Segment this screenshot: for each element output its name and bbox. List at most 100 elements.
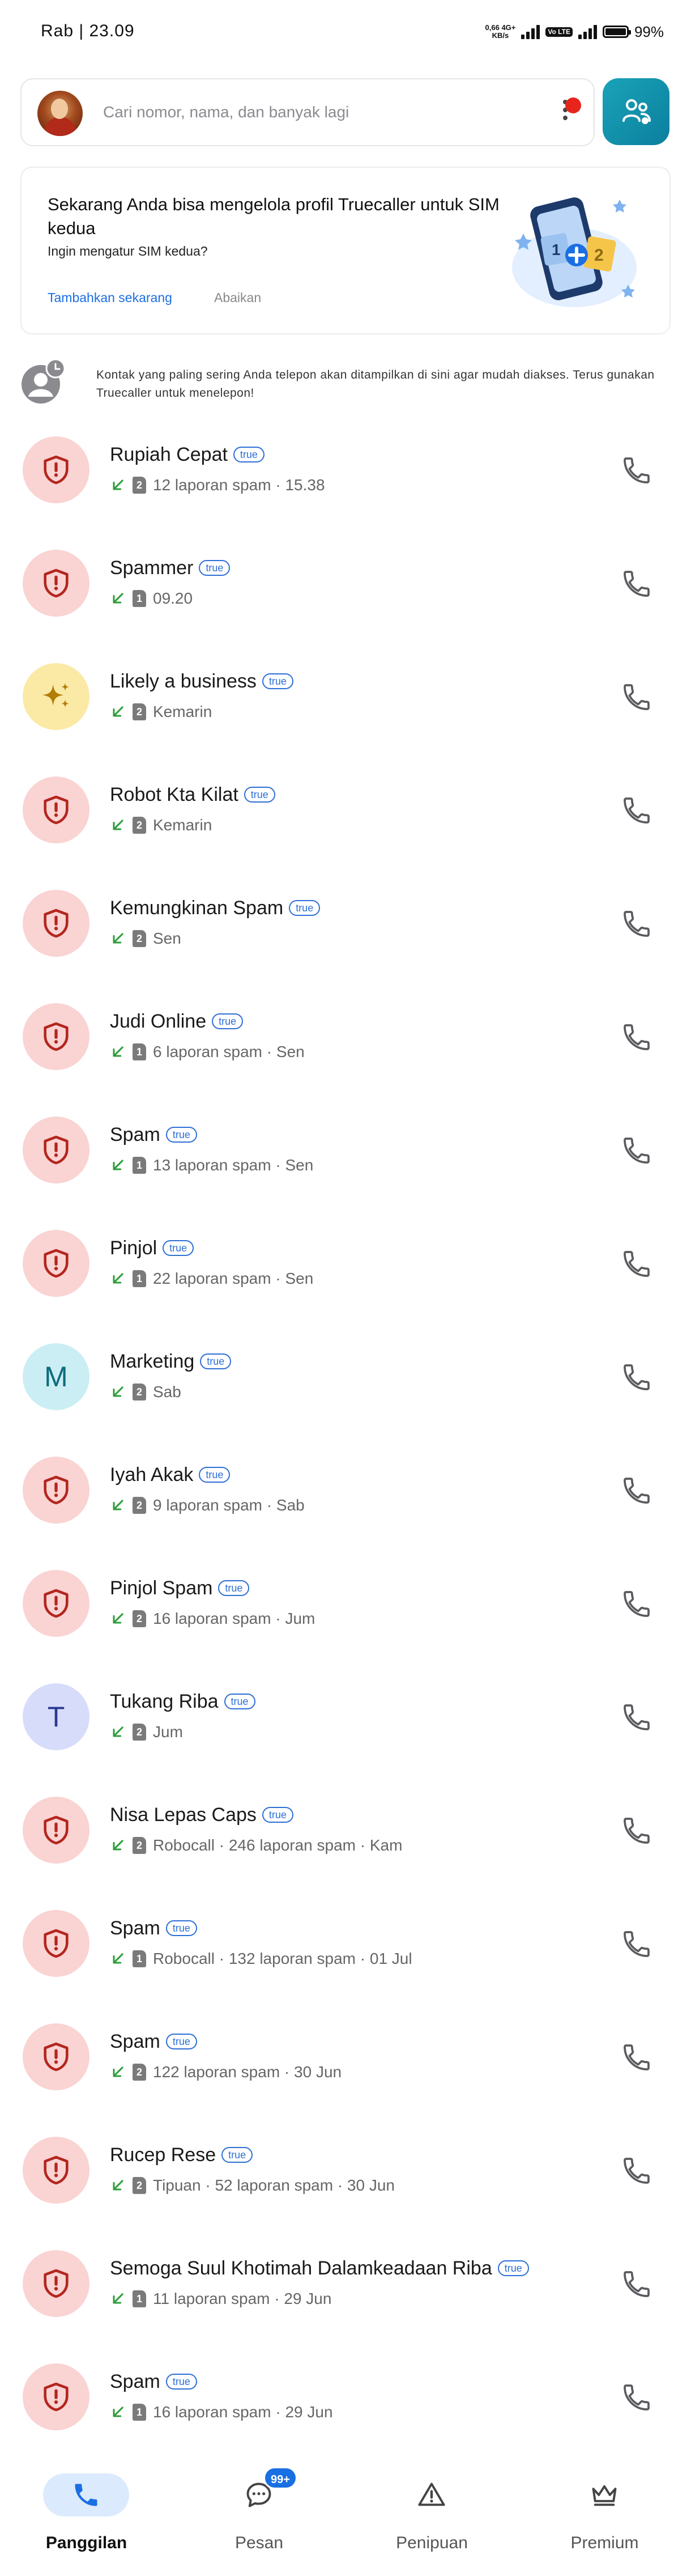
caller-avatar[interactable]: M <box>23 1343 89 1410</box>
call-button[interactable] <box>619 2266 655 2302</box>
caller-badge: true <box>199 560 231 576</box>
avatar-letter: T <box>47 1701 65 1733</box>
more-options-icon[interactable] <box>554 96 581 130</box>
call-log-item[interactable]: Likely a business true 2 Kemarin <box>0 651 691 764</box>
shield-alert-icon <box>44 1929 69 1958</box>
caller-avatar[interactable] <box>23 1003 89 1070</box>
call-button[interactable] <box>619 1586 655 1622</box>
ignore-button[interactable]: Abaikan <box>214 290 261 305</box>
contacts-button[interactable] <box>603 78 669 145</box>
call-log-item[interactable]: Spam true 1 13 laporan spam · Sen <box>0 1104 691 1217</box>
caller-avatar[interactable] <box>23 1910 89 1977</box>
contact-clock-icon <box>22 359 66 404</box>
shield-alert-icon <box>44 2155 69 2185</box>
call-log-item[interactable]: Spammer true 1 09.20 <box>0 537 691 651</box>
call-log-item[interactable]: M Marketing true 2 Sab <box>0 1331 691 1444</box>
call-button[interactable] <box>619 1132 655 1169</box>
caller-avatar[interactable] <box>23 550 89 617</box>
call-log-item[interactable]: Rucep Rese true 2 Tipuan · 52 laporan spam … <box>0 2124 691 2238</box>
call-log-item[interactable]: Judi Online true 1 6 laporan spam · Sen <box>0 991 691 1104</box>
avatar-letter: M <box>44 1361 68 1393</box>
caller-avatar[interactable] <box>23 1457 89 1523</box>
caller-avatar[interactable] <box>23 2023 89 2090</box>
sim-icon: 2 <box>133 1497 146 1514</box>
caller-name: Kemungkinan Spam <box>110 897 284 919</box>
call-button[interactable] <box>619 2153 655 2189</box>
caller-avatar[interactable] <box>23 1230 89 1297</box>
incoming-arrow-icon <box>113 2180 123 2191</box>
phone-icon <box>624 2044 650 2070</box>
sim-icon: 1 <box>133 590 146 607</box>
call-button[interactable] <box>619 1813 655 1849</box>
call-log-item[interactable]: Iyah Akak true 2 9 laporan spam · Sab <box>0 1444 691 1558</box>
caller-avatar[interactable] <box>23 1570 89 1637</box>
call-log-item[interactable]: Spam true 1 Robocall · 132 laporan spam · 0… <box>0 1898 691 2011</box>
phone-icon <box>624 684 650 710</box>
call-log-item[interactable]: Pinjol Spam true 2 16 laporan spam · Jum <box>0 1558 691 1671</box>
nav-premium[interactable]: Premium <box>518 2454 691 2576</box>
call-button[interactable] <box>619 2379 655 2416</box>
call-log-item[interactable]: Pinjol true 1 22 laporan spam · Sen <box>0 1217 691 1331</box>
caller-avatar[interactable] <box>23 776 89 843</box>
call-button[interactable] <box>619 679 655 715</box>
nav-calls[interactable]: Panggilan <box>0 2454 173 2576</box>
caller-avatar[interactable] <box>23 2363 89 2430</box>
call-button[interactable] <box>619 2039 655 2076</box>
nav-messages[interactable]: 99+ Pesan <box>173 2454 345 2576</box>
caller-avatar[interactable] <box>23 1797 89 1864</box>
phone-icon <box>624 1138 650 1164</box>
call-log-item[interactable]: Rupiah Cepat true 2 12 laporan spam · 15.38 <box>0 424 691 537</box>
call-log-item[interactable]: Spam true 1 16 laporan spam · 29 Jun <box>0 2351 691 2464</box>
caller-avatar[interactable] <box>23 890 89 957</box>
sim-icon: 2 <box>133 817 146 834</box>
call-button[interactable] <box>619 1926 655 1962</box>
caller-avatar[interactable] <box>23 436 89 503</box>
call-log-item[interactable]: T Tukang Riba true 2 Jum <box>0 1671 691 1784</box>
call-log-item[interactable]: Kemungkinan Spam true 2 Sen <box>0 877 691 991</box>
call-log-item[interactable]: Semoga Suul Khotimah Dalamkeadaan Riba tr… <box>0 2238 691 2351</box>
search-input[interactable]: Cari nomor, nama, dan banyak lagi <box>103 103 349 121</box>
battery-percentage: 99% <box>634 23 664 40</box>
call-button[interactable] <box>619 1359 655 1395</box>
call-button[interactable] <box>619 452 655 489</box>
call-button[interactable] <box>619 1699 655 1735</box>
call-details: 13 laporan spam · Sen <box>153 1156 314 1174</box>
call-log-item[interactable]: Spam true 2 122 laporan spam · 30 Jun <box>0 2011 691 2124</box>
call-details: Tipuan · 52 laporan spam · 30 Jun <box>153 2176 395 2194</box>
call-button[interactable] <box>619 1246 655 1282</box>
search-bar[interactable]: Cari nomor, nama, dan banyak lagi <box>20 78 595 146</box>
caller-avatar[interactable] <box>23 2250 89 2317</box>
call-button[interactable] <box>619 1472 655 1509</box>
caller-avatar[interactable]: T <box>23 1683 89 1750</box>
call-button[interactable] <box>619 1019 655 1055</box>
caller-badge: true <box>165 2034 197 2049</box>
profile-avatar[interactable] <box>37 91 83 136</box>
sim-icon: 2 <box>133 477 146 494</box>
call-log-item[interactable]: Nisa Lepas Caps true 2 Robocall · 246 lapor… <box>0 1784 691 1898</box>
caller-name: Judi Online <box>110 1010 207 1032</box>
dual-sim-illustration: 1 2 <box>512 197 637 307</box>
call-log-item[interactable]: Robot Kta Kilat true 2 Kemarin <box>0 764 691 877</box>
caller-name: Likely a business <box>110 670 257 692</box>
nav-messages-label: Pesan <box>234 2533 284 2552</box>
caller-badge: true <box>262 1807 293 1823</box>
bottom-navigation: Panggilan 99+ Pesan Penipuan Premium <box>0 2454 691 2576</box>
caller-avatar[interactable] <box>23 2137 89 2204</box>
call-button[interactable] <box>619 906 655 942</box>
battery-icon <box>602 26 631 38</box>
caller-avatar[interactable] <box>23 1117 89 1183</box>
unread-badge: 99+ <box>263 2467 297 2489</box>
shield-alert-icon <box>44 1249 69 1278</box>
sim-icon: 2 <box>133 703 146 720</box>
network-speed: 0,66 4G+ KB/s <box>485 23 516 40</box>
phone-icon <box>624 1251 650 1277</box>
call-button[interactable] <box>619 792 655 829</box>
call-details: 16 laporan spam · Jum <box>153 1610 315 1627</box>
caller-avatar[interactable] <box>23 663 89 730</box>
shield-alert-icon <box>44 1022 69 1051</box>
nav-scam[interactable]: Penipuan <box>345 2454 518 2576</box>
shield-alert-icon <box>44 1815 69 1845</box>
sparkle-icon <box>42 683 69 708</box>
call-button[interactable] <box>619 566 655 602</box>
add-now-button[interactable]: Tambahkan sekarang <box>48 290 172 305</box>
